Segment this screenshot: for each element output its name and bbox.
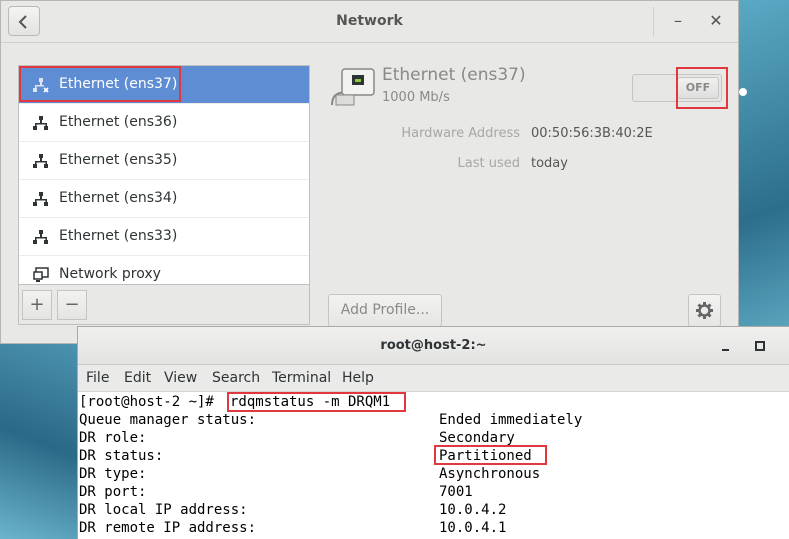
status-key: DR role: — [79, 430, 147, 446]
connection-item-network-proxy[interactable]: Network proxy — [19, 256, 309, 284]
desktop-background-left — [0, 344, 78, 539]
close-button[interactable]: ✕ — [706, 11, 726, 31]
connection-item-ens35[interactable]: Ethernet (ens35) — [19, 142, 309, 180]
status-key: DR status: — [79, 448, 164, 464]
status-key: DR local IP address: — [79, 502, 248, 518]
hardware-address-label: Hardware Address — [401, 126, 520, 141]
remove-connection-button[interactable]: − — [57, 290, 87, 320]
terminal-window: root@host-2:~ File Edit View Search Term… — [77, 326, 789, 539]
hardware-address-value: 00:50:56:3B:40:2E — [531, 126, 653, 141]
terminal-titlebar: root@host-2:~ — [78, 327, 789, 365]
device-speed: 1000 Mb/s — [382, 90, 450, 105]
terminal-maximize-button[interactable] — [752, 338, 768, 354]
status-key: DR port: — [79, 484, 147, 500]
status-value: Asynchronous — [439, 466, 541, 482]
menu-search[interactable]: Search — [212, 370, 260, 386]
status-value: 10.0.4.1 — [439, 520, 507, 536]
menu-file[interactable]: File — [86, 370, 109, 386]
terminal-title: root@host-2:~ — [380, 338, 487, 353]
status-value: 10.0.4.2 — [439, 502, 507, 518]
connection-item-ens34[interactable]: Ethernet (ens34) — [19, 180, 309, 218]
connection-item-ens33[interactable]: Ethernet (ens33) — [19, 218, 309, 256]
network-titlebar: Network – ✕ — [1, 1, 738, 43]
network-proxy-icon — [33, 267, 49, 282]
terminal-menubar: File Edit View Search Terminal Help — [78, 365, 789, 392]
connection-label: Ethernet (ens35) — [59, 152, 178, 168]
minimize-icon — [722, 349, 729, 351]
wired-network-icon — [33, 154, 48, 168]
wired-network-icon — [33, 192, 48, 206]
connection-item-ens36[interactable]: Ethernet (ens36) — [19, 104, 309, 142]
connection-label: Network proxy — [59, 266, 161, 282]
gear-icon — [696, 302, 713, 319]
maximize-icon — [755, 341, 765, 351]
menu-help[interactable]: Help — [342, 370, 374, 386]
status-key: DR type: — [79, 466, 147, 482]
terminal-output[interactable]: [root@host-2 ~]# rdqmstatus -m DRQM1 Que… — [78, 392, 789, 539]
titlebar-separator — [653, 7, 654, 37]
add-profile-button[interactable]: Add Profile... — [328, 294, 442, 327]
dr-status-highlight — [434, 445, 547, 465]
menu-terminal[interactable]: Terminal — [272, 370, 331, 386]
last-used-value: today — [531, 156, 568, 171]
window-title: Network — [336, 13, 403, 29]
network-card-icon — [331, 68, 375, 106]
connection-label: Ethernet (ens34) — [59, 190, 178, 206]
menu-view[interactable]: View — [164, 370, 197, 386]
selected-connection-highlight — [19, 66, 181, 102]
connection-label: Ethernet (ens33) — [59, 228, 178, 244]
menu-edit[interactable]: Edit — [124, 370, 151, 386]
terminal-minimize-button[interactable] — [718, 338, 734, 354]
desktop-dot — [739, 88, 747, 96]
add-connection-button[interactable]: + — [22, 290, 52, 320]
network-settings-window: Network – ✕ Ethernet (ens37) Ethernet (e… — [0, 0, 739, 344]
status-value: 7001 — [439, 484, 473, 500]
connection-label: Ethernet (ens36) — [59, 114, 178, 130]
connection-settings-button[interactable] — [688, 294, 721, 327]
device-name: Ethernet (ens37) — [382, 65, 526, 85]
minimize-button[interactable]: – — [668, 11, 688, 31]
status-value: Ended immediately — [439, 412, 583, 428]
command-highlight — [227, 392, 406, 412]
wired-network-icon — [33, 116, 48, 130]
connection-list: Ethernet (ens37) Ethernet (ens36) Ethern… — [18, 65, 310, 285]
last-used-label: Last used — [457, 156, 520, 171]
connection-list-toolbar: + − — [18, 285, 310, 325]
terminal-prompt: [root@host-2 ~]# — [79, 394, 214, 410]
wired-network-icon — [33, 230, 48, 244]
status-key: DR remote IP address: — [79, 520, 257, 536]
status-key: Queue manager status: — [79, 412, 257, 428]
toggle-highlight — [676, 67, 728, 109]
